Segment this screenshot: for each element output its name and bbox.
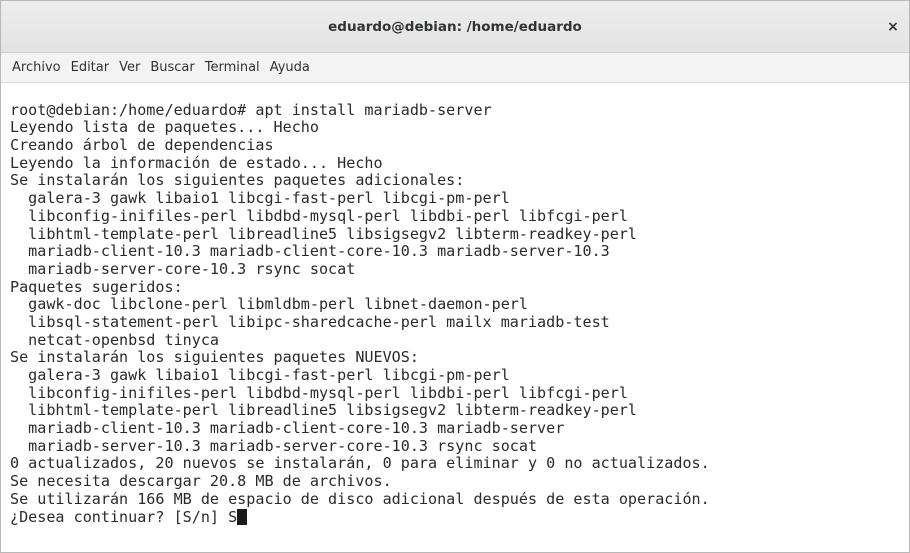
prompt-line[interactable]: ¿Desea continuar? [S/n] S	[10, 507, 909, 527]
terminal-line: Se utilizarán 166 MB de espacio de disco…	[10, 489, 710, 508]
terminal-line: Leyendo lista de paquetes... Hecho	[10, 118, 319, 137]
window-title: eduardo@debian: /home/eduardo	[328, 19, 582, 35]
menu-archivo[interactable]: Archivo	[1, 53, 66, 83]
terminal-window: eduardo@debian: /home/eduardo × Archivo E…	[0, 0, 910, 553]
title-bar[interactable]: eduardo@debian: /home/eduardo ×	[1, 1, 909, 53]
terminal-line: Creando árbol de dependencias	[10, 136, 274, 155]
terminal-cursor	[237, 508, 248, 525]
terminal-line: Paquetes sugeridos:	[10, 277, 183, 296]
terminal-line: mariadb-client-10.3 mariadb-client-core-…	[10, 419, 565, 438]
terminal-line: galera-3 gawk libaio1 libcgi-fast-perl l…	[10, 366, 510, 385]
terminal-line: root@debian:/home/eduardo# apt install m…	[10, 100, 492, 119]
terminal-output[interactable]: root@debian:/home/eduardo# apt install m…	[1, 83, 909, 552]
prompt-input[interactable]: S	[228, 508, 237, 526]
terminal-line: libhtml-template-perl libreadline5 libsi…	[10, 401, 638, 420]
terminal-line: netcat-openbsd tinyca	[10, 330, 220, 349]
menu-editar[interactable]: Editar	[66, 53, 115, 83]
terminal-line: libconfig-inifiles-perl libdbd-mysql-per…	[10, 206, 628, 225]
menu-ver[interactable]: Ver	[114, 53, 145, 83]
terminal-line: libhtml-template-perl libreadline5 libsi…	[10, 224, 638, 243]
terminal-line: Se instalarán los siguientes paquetes NU…	[10, 348, 419, 367]
continue-prompt: ¿Desea continuar? [S/n]	[10, 507, 229, 526]
menu-bar: Archivo Editar Ver Buscar Terminal Ayuda	[1, 53, 909, 83]
terminal-line: galera-3 gawk libaio1 libcgi-fast-perl l…	[10, 189, 510, 208]
terminal-line: 0 actualizados, 20 nuevos se instalarán,…	[10, 454, 710, 473]
terminal-line: Se necesita descargar 20.8 MB de archivo…	[10, 472, 392, 491]
terminal-line: Leyendo la información de estado... Hech…	[10, 153, 383, 172]
menu-ayuda[interactable]: Ayuda	[265, 53, 315, 83]
close-icon[interactable]: ×	[883, 17, 903, 37]
terminal-line: mariadb-server-core-10.3 rsync socat	[10, 259, 356, 278]
terminal-line: mariadb-client-10.3 mariadb-client-core-…	[10, 242, 610, 261]
terminal-line: mariadb-server-10.3 mariadb-server-core-…	[10, 436, 538, 455]
terminal-line: libsql-statement-perl libipc-sharedcache…	[10, 312, 610, 331]
menu-terminal[interactable]: Terminal	[200, 53, 265, 83]
terminal-line: Se instalarán los siguientes paquetes ad…	[10, 171, 465, 190]
terminal-line: libconfig-inifiles-perl libdbd-mysql-per…	[10, 383, 628, 402]
terminal-line: gawk-doc libclone-perl libmldbm-perl lib…	[10, 295, 528, 314]
menu-buscar[interactable]: Buscar	[145, 53, 199, 83]
